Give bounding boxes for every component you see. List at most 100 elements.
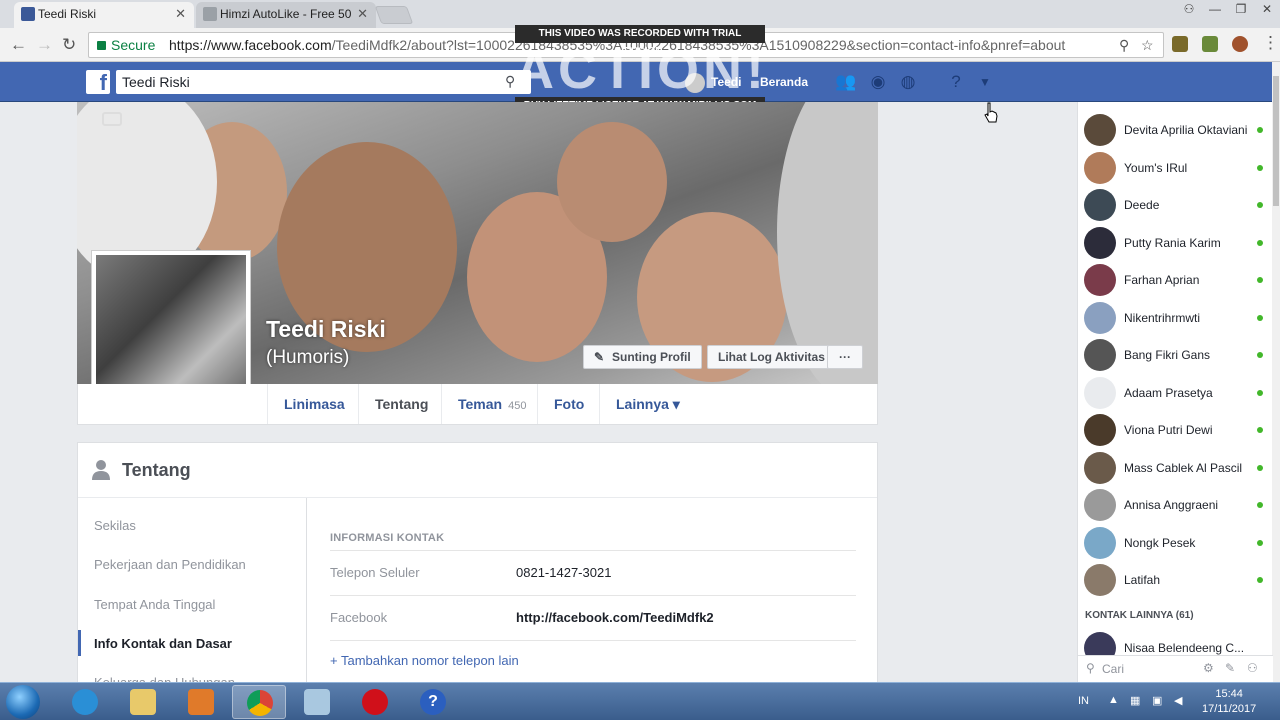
chat-contact[interactable]: Adaam Prasetya — [1084, 376, 1267, 411]
page-scrollbar[interactable] — [1272, 62, 1280, 682]
chat-contact[interactable]: Devita Aprilia Oktaviani — [1084, 114, 1267, 148]
messenger-icon[interactable]: ◉ — [868, 72, 888, 92]
chevron-down-icon[interactable]: ▼ — [975, 72, 995, 92]
facebook-favicon-icon — [21, 7, 35, 21]
notifications-globe-icon[interactable]: ◍ — [898, 72, 918, 92]
more-options-button[interactable]: ··· — [827, 345, 863, 369]
person-icon — [92, 460, 110, 480]
language-indicator[interactable]: IN — [1078, 695, 1089, 707]
friend-requests-icon[interactable]: 👥 — [835, 72, 856, 92]
online-status-icon — [1257, 427, 1263, 433]
chat-contact[interactable]: Latifah — [1084, 564, 1267, 598]
new-tab-button[interactable] — [374, 6, 414, 24]
avatar — [1084, 226, 1116, 259]
chat-contact[interactable]: Nikentrihrmwti — [1084, 301, 1267, 336]
tab-about[interactable]: Tentang — [358, 384, 444, 424]
chat-contact[interactable]: Viona Putri Dewi — [1084, 414, 1267, 448]
facebook-search-input[interactable]: Teedi Riski — [116, 70, 531, 94]
tray-arrow-icon[interactable]: ▲ — [1108, 694, 1119, 706]
add-phone-link[interactable]: + Tambahkan nomor telepon lain — [330, 653, 519, 668]
chat-contact[interactable]: Youm's IRul — [1084, 151, 1267, 186]
chat-contact[interactable]: Bang Fikri Gans — [1084, 339, 1267, 373]
online-status-icon — [1257, 502, 1263, 508]
compose-icon[interactable]: ✎ — [1225, 661, 1235, 675]
restore-icon[interactable]: ❐ — [1228, 0, 1254, 20]
nav-places-lived[interactable]: Tempat Anda Tinggal — [94, 597, 215, 612]
minimize-icon[interactable]: — — [1202, 0, 1228, 20]
menu-icon[interactable]: ⋮ — [1262, 33, 1279, 53]
facebook-url-link[interactable]: http://facebook.com/TeediMdfk2 — [516, 610, 714, 625]
tab-photos[interactable]: Foto — [537, 384, 600, 424]
chat-contact[interactable]: Deede — [1084, 189, 1267, 223]
tab-timeline[interactable]: Linimasa — [267, 384, 361, 424]
taskbar-chrome[interactable] — [232, 685, 286, 719]
star-icon[interactable]: ☆ — [1141, 33, 1154, 57]
action-center-icon[interactable]: ▣ — [1152, 694, 1162, 707]
network-icon[interactable]: ▦ — [1130, 694, 1140, 707]
chat-search-placeholder: Cari — [1102, 662, 1125, 676]
taskbar-recorder[interactable] — [348, 685, 402, 719]
online-status-icon — [1257, 164, 1263, 171]
facebook-logo-icon[interactable]: f — [86, 70, 110, 94]
clock[interactable]: 15:44 17/11/2017 — [1202, 687, 1256, 717]
reload-icon[interactable]: ↻ — [62, 35, 76, 55]
gear-icon[interactable]: ⚙ — [1203, 661, 1214, 675]
online-status-icon — [1257, 127, 1263, 133]
extension-icon[interactable] — [1202, 36, 1218, 52]
taskbar-app[interactable] — [290, 685, 344, 719]
contact-name: Bang Fikri Gans — [1124, 348, 1211, 362]
user-icon[interactable]: ⚇ — [1176, 0, 1202, 20]
chat-contact[interactable]: Putty Rania Karim — [1084, 226, 1267, 261]
contact-name: Annisa Anggraeni — [1124, 498, 1219, 512]
search-icon[interactable]: ⚲ — [505, 73, 515, 90]
scrollbar-thumb[interactable] — [1273, 76, 1279, 206]
key-icon[interactable]: ⚲ — [1119, 33, 1129, 57]
volume-icon[interactable]: ◀ — [1174, 694, 1182, 707]
help-icon[interactable]: ? — [946, 72, 966, 92]
back-icon[interactable]: ← — [10, 35, 27, 55]
contact-name: Putty Rania Karim — [1124, 235, 1221, 250]
browser-tab-title: Himzi AutoLike - Free 50 — [220, 7, 352, 21]
record-icon — [362, 689, 388, 715]
taskbar-help[interactable]: ? — [406, 685, 460, 719]
profile-name[interactable]: Teedi Riski — [266, 316, 386, 343]
taskbar-media[interactable] — [174, 685, 228, 719]
taskbar-explorer[interactable] — [116, 685, 170, 719]
tab-friends[interactable]: Teman 450 — [441, 384, 542, 424]
internet-explorer-icon — [72, 689, 98, 715]
chat-contact[interactable]: Mass Cablek Al Pascil — [1084, 451, 1267, 486]
friends-count: 450 — [508, 400, 527, 412]
notepad-icon — [304, 689, 330, 715]
tab-more[interactable]: Lainnya ▾ — [599, 384, 696, 424]
avatar — [1084, 264, 1116, 296]
chat-contact[interactable]: Farhan Aprian — [1084, 264, 1267, 298]
start-button[interactable] — [6, 685, 40, 719]
forward-icon[interactable]: → — [36, 35, 53, 55]
browser-tab-title: Teedi Riski — [38, 7, 97, 21]
contact-name: Farhan Aprian — [1124, 273, 1200, 287]
nav-work-education[interactable]: Pekerjaan dan Pendidikan — [94, 557, 246, 572]
close-tab-icon[interactable]: ✕ — [175, 2, 186, 26]
edit-profile-button[interactable]: ✎ Sunting Profil — [583, 345, 702, 369]
taskbar-ie[interactable] — [58, 685, 112, 719]
section-title: INFORMASI KONTAK — [330, 532, 445, 544]
chat-contact[interactable]: Annisa Anggraeni — [1084, 489, 1267, 523]
camera-icon[interactable] — [102, 112, 122, 126]
extension-icon[interactable] — [1232, 36, 1248, 52]
secure-indicator[interactable]: Secure — [97, 33, 155, 57]
help-icon: ? — [420, 689, 446, 715]
close-tab-icon[interactable]: ✕ — [357, 2, 368, 26]
nav-contact-basic-info[interactable]: Info Kontak dan Dasar — [94, 636, 232, 651]
group-icon[interactable]: ⚇ — [1247, 661, 1258, 675]
chat-contact[interactable]: Nongk Pesek — [1084, 526, 1267, 561]
watermark-logo: ACTION! — [515, 40, 768, 100]
extension-icon[interactable] — [1172, 36, 1188, 52]
system-tray: IN ▲ ▦ ▣ ◀ 15:44 17/11/2017 — [1050, 683, 1280, 720]
nav-overview[interactable]: Sekilas — [94, 518, 136, 533]
contact-name: Nongk Pesek — [1124, 535, 1196, 550]
chat-search[interactable]: ⚲ Cari ⚙ ✎ ⚇ — [1078, 655, 1273, 683]
activity-log-button[interactable]: Lihat Log Aktivitas — [707, 345, 836, 369]
browser-tab-active[interactable]: Teedi Riski ✕ — [14, 2, 194, 28]
browser-tab[interactable]: Himzi AutoLike - Free 50 ✕ — [196, 2, 376, 28]
close-window-icon[interactable]: ✕ — [1254, 0, 1280, 20]
